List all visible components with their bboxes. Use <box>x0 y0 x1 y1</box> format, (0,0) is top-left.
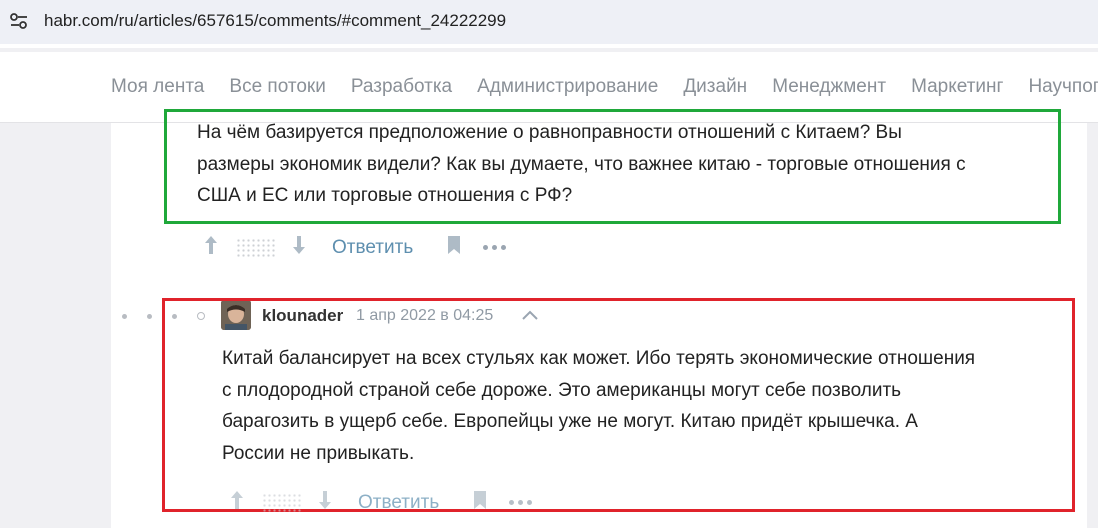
upvote-icon[interactable] <box>203 234 219 261</box>
tune-icon[interactable] <box>8 10 30 32</box>
rating-placeholder <box>262 492 302 513</box>
nav-item-development[interactable]: Разработка <box>351 76 452 98</box>
reply-link[interactable]: Ответить <box>358 492 439 514</box>
highlight-box-red <box>162 298 1075 512</box>
bookmark-icon[interactable] <box>446 235 462 260</box>
nav-item-design[interactable]: Дизайн <box>683 76 747 98</box>
nav-item-management[interactable]: Менеджмент <box>772 76 886 98</box>
nav-list: Моя лента Все потоки Разработка Админист… <box>111 76 1098 98</box>
downvote-icon[interactable] <box>291 234 307 261</box>
browser-address-bar: habr.com/ru/articles/657615/comments/#co… <box>0 0 1098 48</box>
comment-actions: Ответить <box>203 234 507 261</box>
reply-link[interactable]: Ответить <box>332 237 413 259</box>
more-icon[interactable] <box>509 500 533 505</box>
upvote-icon[interactable] <box>229 489 245 516</box>
url-field[interactable]: habr.com/ru/articles/657615/comments/#co… <box>0 0 1098 44</box>
bookmark-icon[interactable] <box>472 490 488 515</box>
rating-placeholder <box>236 237 276 258</box>
nav-item-marketing[interactable]: Маркетинг <box>911 76 1003 98</box>
nav-item-administration[interactable]: Администрирование <box>477 76 658 98</box>
nav-item-popsci[interactable]: Научпоп <box>1028 76 1098 98</box>
url-text: habr.com/ru/articles/657615/comments/#co… <box>44 11 507 30</box>
downvote-icon[interactable] <box>317 489 333 516</box>
nav-item-all-streams[interactable]: Все потоки <box>229 76 325 98</box>
comment-actions: Ответить <box>229 489 533 516</box>
more-icon[interactable] <box>483 245 507 250</box>
highlight-box-green <box>164 109 1061 224</box>
nav-item-my-feed[interactable]: Моя лента <box>111 76 204 98</box>
